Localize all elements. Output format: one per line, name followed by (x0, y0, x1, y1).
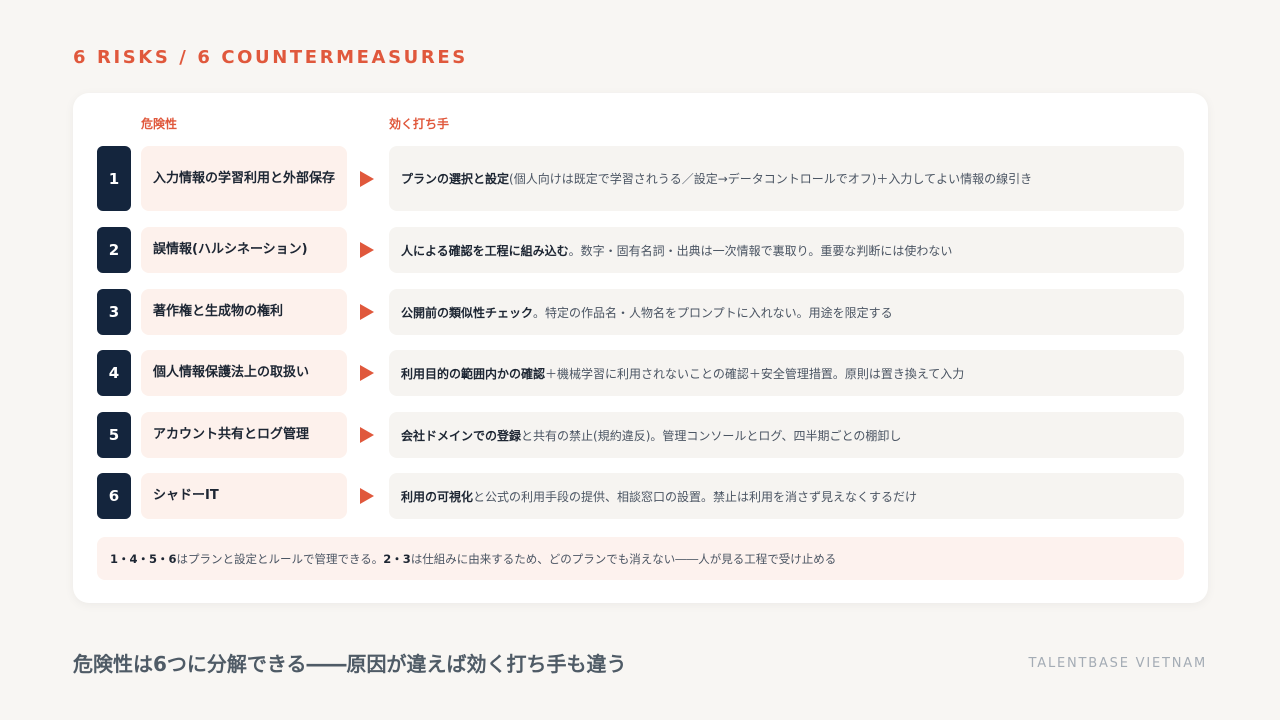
risk-table-card: 危険性 効く打ち手 1 入力情報の学習利用と外部保存 プランの選択と設定 (個人向… (73, 93, 1208, 603)
countermeasure-detail: と公式の利用手段の提供、相談窓口の設置。禁止は利用を消さず見えなくするだけ (473, 489, 918, 504)
risk-label: 個人情報保護法上の取扱い (141, 350, 347, 396)
row-number: 2 (97, 227, 131, 273)
row-number: 1 (97, 146, 131, 211)
countermeasure-detail: 。特定の作品名・人物名をプロンプトに入れない。用途を限定する (533, 305, 893, 320)
column-header-measure: 効く打ち手 (389, 117, 450, 131)
risk-label: アカウント共有とログ管理 (141, 412, 347, 458)
note-manageable-numbers: 1・4・5・6 (110, 551, 177, 566)
risk-row-5: 5 アカウント共有とログ管理 会社ドメインでの登録 と共有の禁止(規約違反)。管理… (97, 412, 1184, 458)
row-number: 4 (97, 350, 131, 396)
countermeasure: 利用目的の範囲内かの確認 ＋機械学習に利用されないことの確認＋安全管理措置。原則は… (389, 350, 1184, 396)
row-number: 5 (97, 412, 131, 458)
arrow-right-icon (360, 488, 374, 504)
countermeasure-detail: ＋機械学習に利用されないことの確認＋安全管理措置。原則は置き換えて入力 (545, 366, 965, 381)
countermeasure-detail: 。数字・固有名詞・出典は一次情報で裏取り。重要な判断には使わない (568, 243, 953, 258)
column-header-risk: 危険性 (141, 117, 178, 131)
summary-note: 1・4・5・6 はプランと設定とルールで管理できる。 2・3 は仕組みに由来するた… (97, 537, 1184, 580)
brand-wordmark: TALENTBASE VIETNAM (1028, 656, 1207, 671)
row-number: 6 (97, 473, 131, 519)
countermeasure: 人による確認を工程に組み込む 。数字・固有名詞・出典は一次情報で裏取り。重要な判断… (389, 227, 1184, 273)
note-text-structural: は仕組みに由来するため、どのプランでも消えない――人が見る工程で受け止める (410, 551, 837, 566)
countermeasure-detail: と共有の禁止(規約違反)。管理コンソールとログ、四半期ごとの棚卸し (521, 428, 902, 443)
countermeasure-key: 利用の可視化 (401, 489, 474, 504)
risk-label: 誤情報(ハルシネーション) (141, 227, 347, 273)
note-structural-numbers: 2・3 (383, 551, 411, 566)
countermeasure-key: 人による確認を工程に組み込む (401, 243, 569, 258)
countermeasure-key: 会社ドメインでの登録 (401, 428, 522, 443)
countermeasure-detail: (個人向けは既定で学習されうる／設定→データコントロールでオフ)＋入力してよい情… (509, 172, 1033, 186)
countermeasure: 会社ドメインでの登録 と共有の禁止(規約違反)。管理コンソールとログ、四半期ごとの… (389, 412, 1184, 458)
note-text-manageable: はプランと設定とルールで管理できる。 (176, 551, 384, 566)
countermeasure-key: 利用目的の範囲内かの確認 (401, 366, 546, 381)
eyebrow-title: 6 RISKS / 6 COUNTERMEASURES (73, 47, 468, 68)
arrow-right-icon (360, 365, 374, 381)
arrow-right-icon (360, 304, 374, 320)
countermeasure-key: 公開前の類似性チェック (401, 305, 534, 320)
countermeasure-key: プランの選択と設定 (401, 172, 510, 186)
arrow-right-icon (360, 170, 374, 187)
risk-label: 入力情報の学習利用と外部保存 (141, 146, 347, 211)
risk-label: 著作権と生成物の権利 (141, 289, 347, 335)
slide-headline: 危険性は6つに分解できる――原因が違えば効く打ち手も違う (73, 652, 627, 676)
risk-row-4: 4 個人情報保護法上の取扱い 利用目的の範囲内かの確認 ＋機械学習に利用されないこ… (97, 350, 1184, 396)
risk-row-6: 6 シャドーIT 利用の可視化 と公式の利用手段の提供、相談窓口の設置。禁止は利用… (97, 473, 1184, 519)
risk-row-2: 2 誤情報(ハルシネーション) 人による確認を工程に組み込む 。数字・固有名詞・出… (97, 227, 1184, 273)
row-number: 3 (97, 289, 131, 335)
risk-row-3: 3 著作権と生成物の権利 公開前の類似性チェック 。特定の作品名・人物名をプロンプ… (97, 289, 1184, 335)
risk-label: シャドーIT (141, 473, 347, 519)
countermeasure: 利用の可視化 と公式の利用手段の提供、相談窓口の設置。禁止は利用を消さず見えなくす… (389, 473, 1184, 519)
arrow-right-icon (360, 242, 374, 258)
risk-row-1: 1 入力情報の学習利用と外部保存 プランの選択と設定 (個人向けは既定で学習されう… (97, 146, 1184, 211)
countermeasure: 公開前の類似性チェック 。特定の作品名・人物名をプロンプトに入れない。用途を限定す… (389, 289, 1184, 335)
countermeasure: プランの選択と設定 (個人向けは既定で学習されうる／設定→データコントロールでオフ… (389, 146, 1184, 211)
arrow-right-icon (360, 427, 374, 443)
